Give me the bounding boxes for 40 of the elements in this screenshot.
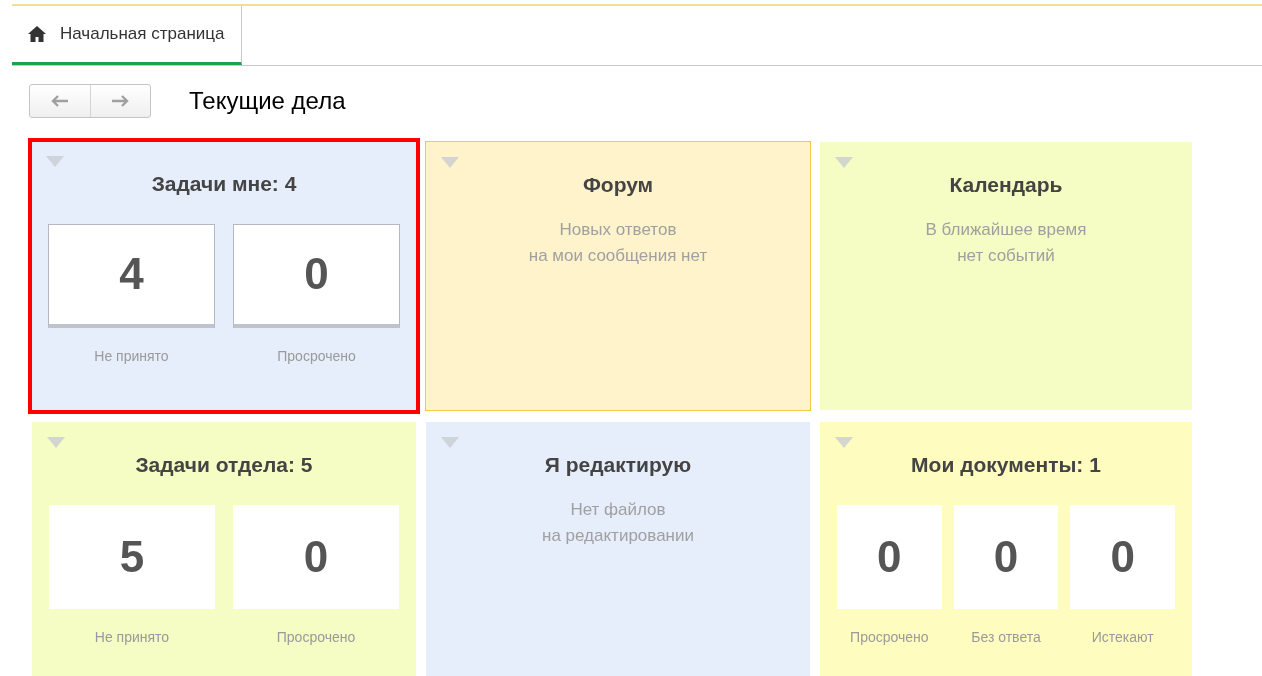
counter-tile[interactable]: 0 [233,223,400,328]
counter-tile[interactable]: 0 [1070,504,1175,609]
tab[interactable]: Начальная страница [12,6,242,65]
widget-card[interactable]: Я редактирую Нет файлов на редактировании [426,422,810,676]
collapse-triangle-icon[interactable] [46,156,64,167]
status-message: Нет файлов на редактировании [542,498,694,547]
card-title[interactable]: Задачи отдела: 5 [135,449,313,481]
widget-card[interactable]: Задачи отдела: 5 5 Не принято 0 Просрочено [32,422,416,676]
widget-card[interactable]: Задачи мне: 4 4 Не принято 0 Просрочено [28,138,420,414]
left-arrow-icon [50,95,69,107]
counter-tile[interactable]: 4 [48,223,215,328]
widget-card[interactable]: Мои документы: 1 0 Просрочено 0 Без ответа 0 Истекают [820,422,1192,676]
counter-label: Просрочено [276,627,356,647]
card-title[interactable]: Задачи мне: 4 [151,168,297,200]
card-title[interactable]: Я редактирую [544,449,692,481]
counter-label: Просрочено [277,346,356,366]
card-title[interactable]: Мои документы: 1 [911,449,1101,481]
right-arrow-icon [111,95,130,107]
counter-label: Не принято [94,627,170,647]
collapse-triangle-icon[interactable] [835,157,853,168]
widget-card[interactable]: Календарь В ближайшее время нет событий [820,142,1192,410]
counter-label: Не принято [94,346,169,366]
counter-tile[interactable]: 5 [49,504,215,609]
collapse-triangle-icon[interactable] [441,437,459,448]
page-title: Текущие дела [189,86,346,116]
card-title[interactable]: Календарь [949,169,1063,201]
widget-card[interactable]: Форум Новых ответов на мои сообщения нет [426,142,810,410]
collapse-triangle-icon[interactable] [441,157,459,168]
counter-label: Истекают [1091,627,1154,647]
counter-tile[interactable]: 0 [953,504,1059,609]
collapse-triangle-icon[interactable] [835,437,853,448]
status-message: В ближайшее время нет событий [925,218,1087,267]
collapse-triangle-icon[interactable] [47,437,65,448]
counter-tile[interactable]: 0 [233,504,399,609]
counter-label: Просрочено [850,627,929,647]
counter-label: Без ответа [971,627,1041,647]
counter-tile[interactable]: 0 [837,504,942,609]
home-icon [28,26,46,42]
status-message: Новых ответов на мои сообщения нет [528,218,708,267]
card-title[interactable]: Форум [582,169,654,201]
